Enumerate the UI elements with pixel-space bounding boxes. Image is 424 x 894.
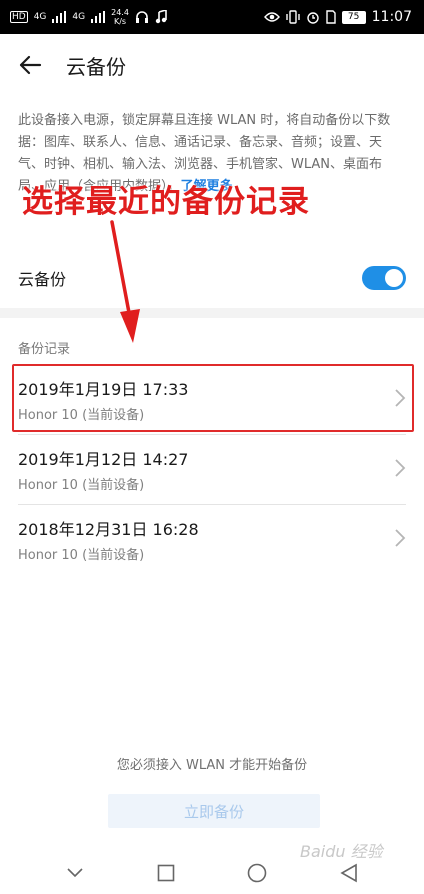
watermark: Baidu 经验 [300,842,383,861]
annotation-arrow [110,220,140,343]
annotation-text: 选择最近的备份记录 [22,184,310,220]
